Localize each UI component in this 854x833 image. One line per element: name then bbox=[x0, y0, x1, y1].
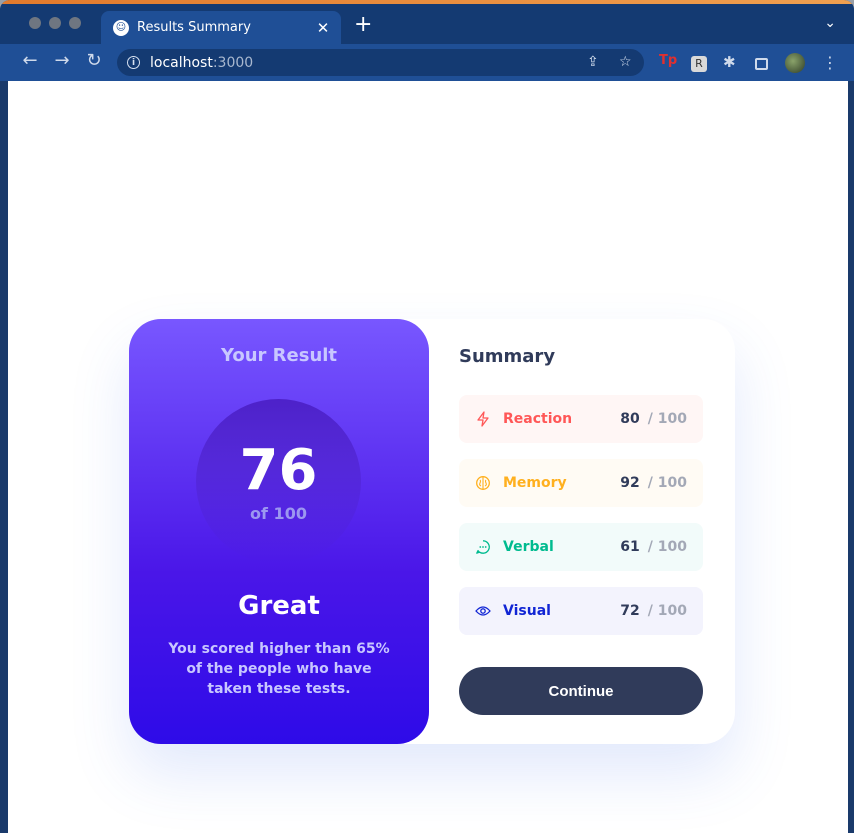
chat-bubble-icon bbox=[475, 539, 491, 555]
summary-heading: Summary bbox=[459, 346, 556, 367]
summary-item-score: 80 bbox=[620, 411, 640, 427]
bookmark-star-icon[interactable]: ☆ bbox=[619, 54, 632, 70]
browser-menu-icon[interactable]: ⋮ bbox=[822, 53, 838, 72]
summary-item-max: / 100 bbox=[647, 475, 687, 491]
summary-item-score: 61 bbox=[620, 539, 640, 555]
results-summary-card: Your Result 76 of 100 Great You scored h… bbox=[129, 319, 735, 744]
close-tab-icon[interactable]: ✕ bbox=[315, 19, 331, 37]
summary-item-label: Memory bbox=[503, 475, 567, 491]
url-host: localhost bbox=[150, 54, 213, 71]
summary-item-max: / 100 bbox=[647, 539, 687, 555]
reload-icon[interactable]: ↻ bbox=[83, 51, 105, 71]
eye-icon bbox=[475, 603, 491, 619]
tp-extension-icon[interactable]: Tp bbox=[659, 53, 677, 69]
brain-icon bbox=[475, 475, 491, 491]
r-extension-icon[interactable]: R bbox=[691, 56, 707, 72]
summary-panel: Summary Reaction 80 / 100 Memory 92 / 10… bbox=[459, 319, 703, 744]
summary-item-visual: Visual 72 / 100 bbox=[459, 587, 703, 635]
summary-item-label: Verbal bbox=[503, 539, 554, 555]
page-viewport: Your Result 76 of 100 Great You scored h… bbox=[8, 81, 848, 833]
summary-item-label: Visual bbox=[503, 603, 551, 619]
tab-title: Results Summary bbox=[137, 20, 251, 35]
extensions-puzzle-icon[interactable]: ✱ bbox=[723, 53, 739, 71]
summary-item-score: 72 bbox=[620, 603, 640, 619]
result-heading: Your Result bbox=[220, 345, 338, 366]
minimize-window-button[interactable] bbox=[49, 17, 61, 29]
summary-item-score: 92 bbox=[620, 475, 640, 491]
url-port: :3000 bbox=[212, 54, 254, 71]
score-circle: 76 of 100 bbox=[196, 399, 361, 564]
summary-item-reaction: Reaction 80 / 100 bbox=[459, 395, 703, 443]
lightning-icon bbox=[475, 411, 491, 427]
browser-toolbar: ← → ↻ i localhost:3000 ⇪ ☆ Tp R ✱ ⋮ bbox=[0, 44, 854, 81]
summary-item-max: / 100 bbox=[647, 603, 687, 619]
profile-avatar[interactable] bbox=[785, 53, 805, 73]
side-panel-icon[interactable] bbox=[755, 58, 768, 70]
forward-arrow-icon[interactable]: → bbox=[51, 51, 73, 71]
score-value: 76 bbox=[239, 438, 318, 503]
browser-tab[interactable]: ☺ Results Summary ✕ bbox=[101, 11, 341, 44]
address-bar[interactable]: i localhost:3000 ⇪ ☆ bbox=[117, 49, 644, 76]
result-description: You scored higher than 65% of the people… bbox=[168, 641, 390, 697]
summary-item-label: Reaction bbox=[503, 411, 573, 427]
browser-window: ☺ Results Summary ✕ + ⌄ ← → ↻ i localhos… bbox=[0, 0, 854, 833]
summary-item-memory: Memory 92 / 100 bbox=[459, 459, 703, 507]
summary-item-verbal: Verbal 61 / 100 bbox=[459, 523, 703, 571]
favicon-icon: ☺ bbox=[113, 19, 129, 36]
continue-button[interactable]: Continue bbox=[459, 667, 703, 715]
grade-label: Great bbox=[238, 591, 320, 621]
tab-strip: ☺ Results Summary ✕ + ⌄ bbox=[0, 4, 854, 44]
score-of-label: of 100 bbox=[250, 504, 307, 523]
site-info-icon[interactable]: i bbox=[127, 56, 140, 69]
summary-item-max: / 100 bbox=[647, 411, 687, 427]
close-window-button[interactable] bbox=[29, 17, 41, 29]
share-icon[interactable]: ⇪ bbox=[587, 54, 599, 70]
back-arrow-icon[interactable]: ← bbox=[19, 51, 41, 71]
new-tab-icon[interactable]: + bbox=[354, 14, 372, 36]
tab-search-chevron-icon[interactable]: ⌄ bbox=[824, 15, 836, 31]
result-panel: Your Result 76 of 100 Great You scored h… bbox=[129, 319, 429, 744]
zoom-window-button[interactable] bbox=[69, 17, 81, 29]
